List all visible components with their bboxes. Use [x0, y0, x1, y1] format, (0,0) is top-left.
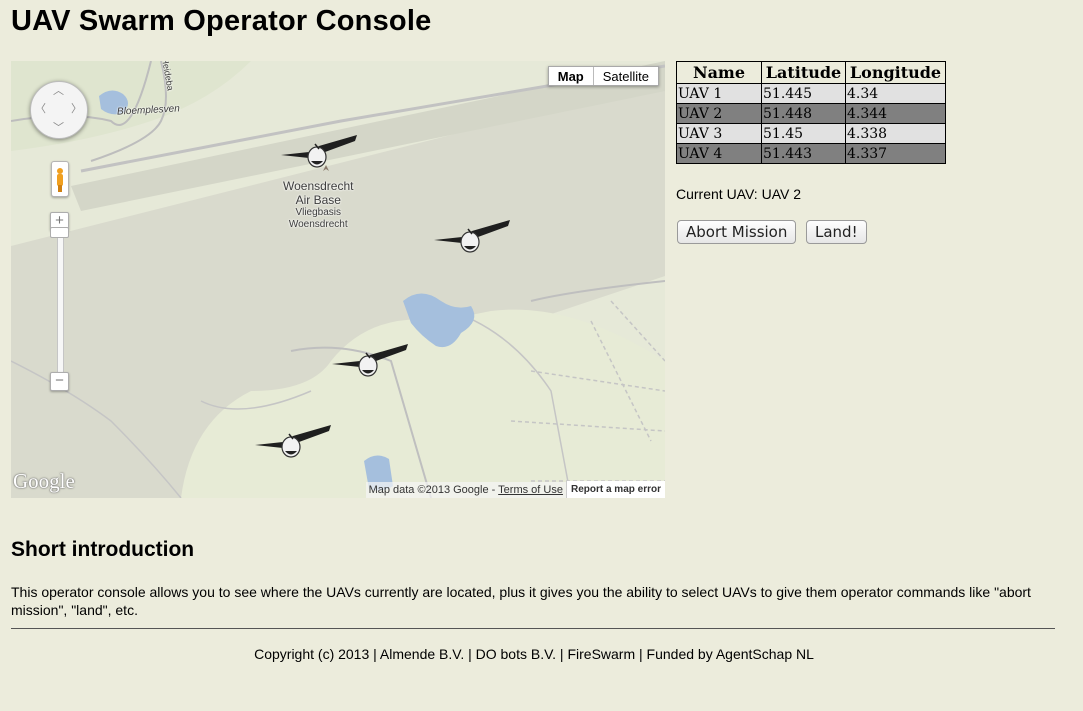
pegman-icon	[57, 168, 63, 192]
map-tiles[interactable]	[11, 61, 665, 498]
uav-latitude-cell: 51.45	[761, 123, 846, 144]
uav-marker-1[interactable]	[279, 133, 359, 173]
uav-longitude-cell: 4.344	[845, 103, 946, 124]
terms-of-use-link[interactable]: Terms of Use	[498, 484, 563, 496]
uav-longitude-cell: 4.338	[845, 123, 946, 144]
uav-name-cell[interactable]: UAV 2	[676, 103, 762, 124]
map-attribution-text: Map data ©2013 Google -	[368, 483, 499, 496]
table-header-row: Name Latitude Longitude	[676, 61, 946, 84]
table-row[interactable]: UAV 2 51.448 4.344	[676, 103, 946, 124]
uav-longitude-cell: 4.34	[845, 83, 946, 104]
map-view[interactable]: Bloemplesven Heideba Woensdrecht Air Bas…	[11, 61, 665, 498]
aircraft-icon	[281, 135, 357, 168]
abort-mission-button[interactable]: Abort Mission	[677, 220, 797, 244]
uav-table: Name Latitude Longitude UAV 1 51.445 4.3…	[676, 61, 946, 164]
uav-marker-4[interactable]	[253, 423, 333, 463]
footer-divider	[11, 628, 1055, 629]
table-row[interactable]: UAV 4 51.443 4.337	[676, 143, 946, 164]
current-uav-status: Current UAV: UAV 2	[676, 186, 802, 202]
table-row[interactable]: UAV 3 51.45 4.338	[676, 123, 946, 144]
uav-latitude-cell: 51.445	[761, 83, 846, 104]
uav-marker-2[interactable]	[432, 218, 512, 258]
airbase-name-line1: Woensdrecht	[283, 179, 354, 193]
pan-left-icon[interactable]: 〈	[35, 103, 46, 114]
map-type-map-button[interactable]: Map	[549, 67, 594, 85]
map-type-control: Map Satellite	[547, 66, 659, 86]
google-logo[interactable]: Google	[13, 469, 75, 494]
uav-marker-3[interactable]	[330, 342, 410, 382]
uav-name-cell[interactable]: UAV 3	[676, 123, 762, 144]
airbase-name-line3: Vliegbasis	[295, 207, 342, 218]
pan-right-icon[interactable]: 〉	[71, 103, 82, 114]
footer-copyright: Copyright (c) 2013 | Almende B.V. | DO b…	[254, 646, 814, 662]
uav-name-cell[interactable]: UAV 1	[676, 83, 762, 104]
airbase-name-line2: Air Base	[295, 193, 341, 207]
airbase-name-line4: Woensdrecht	[288, 219, 348, 230]
pan-up-icon[interactable]: ︿	[53, 85, 64, 96]
uav-latitude-cell: 51.443	[761, 143, 846, 164]
report-map-error-link[interactable]: Report a map error	[565, 481, 665, 498]
uav-latitude-cell: 51.448	[761, 103, 846, 124]
pan-down-icon[interactable]: ﹀	[53, 122, 64, 133]
zoom-out-button[interactable]: −	[50, 372, 69, 391]
column-header-longitude: Longitude	[845, 61, 946, 84]
map-attribution: Map data ©2013 Google - Terms of Use	[365, 481, 566, 498]
land-button[interactable]: Land!	[806, 220, 867, 244]
street-view-pegman[interactable]	[51, 161, 69, 197]
pan-control[interactable]: ︿ ﹀ 〈 〉	[30, 81, 88, 139]
column-header-name: Name	[676, 61, 762, 84]
zoom-slider-track[interactable]	[57, 236, 64, 386]
map-label-airbase: Woensdrecht Air Base Vliegbasis Woensdre…	[283, 179, 353, 231]
map-type-satellite-button[interactable]: Satellite	[594, 67, 658, 85]
aircraft-icon	[434, 220, 510, 253]
aircraft-icon	[332, 344, 408, 377]
aircraft-icon	[255, 425, 331, 458]
intro-text: This operator console allows you to see …	[11, 584, 1031, 618]
page-title: UAV Swarm Operator Console	[11, 5, 432, 37]
table-row[interactable]: UAV 1 51.445 4.34	[676, 83, 946, 104]
intro-heading: Short introduction	[11, 538, 195, 561]
column-header-latitude: Latitude	[761, 61, 846, 84]
zoom-slider-handle[interactable]	[50, 227, 69, 238]
uav-name-cell[interactable]: UAV 4	[676, 143, 762, 164]
map-attribution-bar: Map data ©2013 Google - Terms of Use Rep…	[365, 481, 665, 498]
uav-longitude-cell: 4.337	[845, 143, 946, 164]
